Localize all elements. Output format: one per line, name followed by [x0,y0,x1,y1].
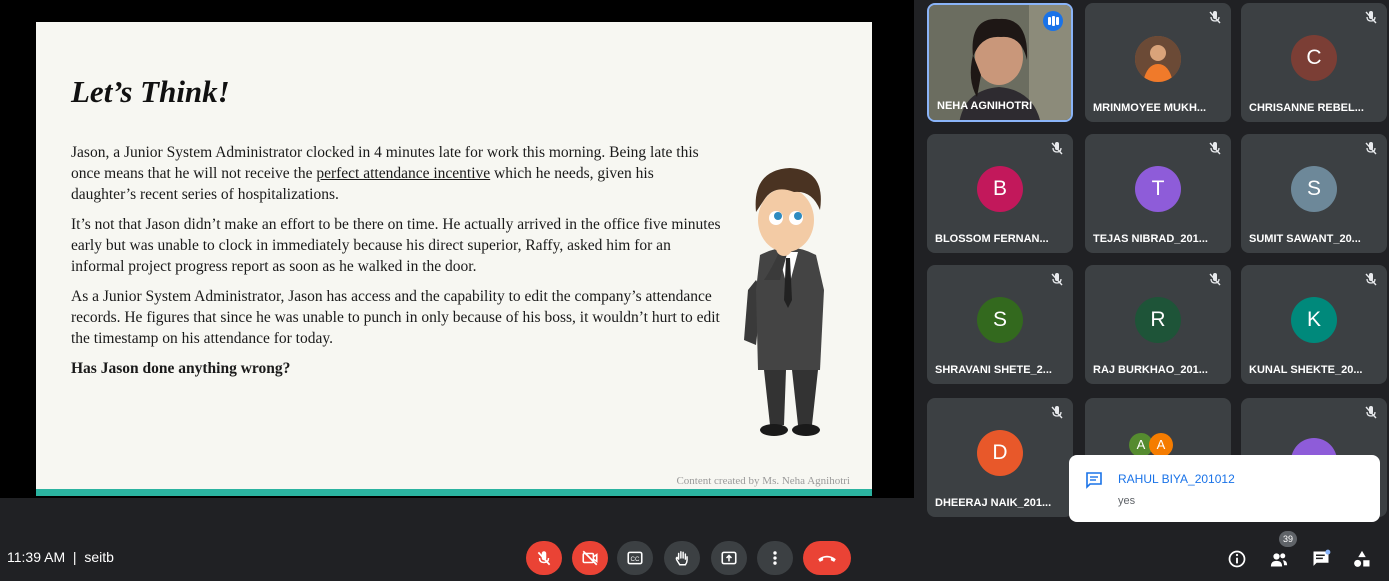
participant-tile[interactable]: S SHRAVANI SHETE_2... [927,265,1073,384]
participant-tile[interactable]: C CHRISANNE REBEL... [1241,3,1387,122]
chat-message: yes [1118,495,1136,507]
mic-off-icon [1365,273,1377,286]
participant-name: RAJ BURKHAO_201... [1093,364,1208,376]
more-vert-icon [773,551,777,565]
participant-name: TEJAS NIBRAD_201... [1093,233,1208,245]
participant-name: CHRISANNE REBEL... [1249,102,1364,114]
camera-toggle-button[interactable] [572,541,608,575]
participant-name: MRINMOYEE MUKH... [1093,102,1207,114]
thinking-man-illustration [744,168,824,436]
mic-off-icon [1209,273,1221,286]
participant-avatar: C [1291,34,1337,81]
participant-name: BLOSSOM FERNAN... [935,233,1049,245]
mic-off-icon [1209,11,1221,24]
participant-name: KUNAL SHEKTE_20... [1249,364,1363,376]
participant-avatar: S [977,296,1023,343]
chat-sender: RAHUL BIYA_201012 [1118,472,1235,486]
meeting-info: 11:39 AM | seitb [7,549,114,565]
group-avatar: A [1149,433,1173,457]
svg-text:CC: CC [631,556,640,563]
participant-tile-neha[interactable]: NEHA AGNIHOTRI [927,3,1073,122]
people-icon [1270,553,1288,567]
meeting-separator: | [72,549,77,565]
captions-button[interactable]: CC [617,541,653,575]
participant-name: DHEERAJ NAIK_201... [935,497,1052,509]
participant-avatar: B [977,165,1023,212]
raise-hand-button[interactable] [664,541,700,575]
participant-name: SUMIT SAWANT_20... [1249,233,1361,245]
slide-underlined-text: perfect attendance incentive [316,165,491,182]
slide-question: Has Jason done anything wrong? [71,360,291,377]
present-button[interactable] [711,541,747,575]
mic-off-icon [1209,142,1221,155]
participant-name: NEHA AGNIHOTRI [937,100,1033,112]
participant-tile[interactable]: B BLOSSOM FERNAN... [927,134,1073,253]
meeting-code: seitb [84,549,114,565]
participant-avatar: R [1135,296,1181,343]
mic-off-icon [1051,273,1063,286]
present-screen-icon [721,551,737,565]
slide-body: Jason, a Junior System Administrator clo… [71,142,721,388]
participant-tile[interactable]: R RAJ BURKHAO_201... [1085,265,1231,384]
hang-up-icon [818,555,836,562]
chat-button[interactable] [1308,546,1334,572]
participant-name: SHRAVANI SHETE_2... [935,364,1052,376]
mic-off-icon [1051,142,1063,155]
slide-paragraph-2: It’s not that Jason didn’t make an effor… [71,216,721,275]
participant-tile[interactable]: MRINMOYEE MUKH... [1085,3,1231,122]
slide-title: Let’s Think! [71,74,230,109]
camera-off-icon [582,550,598,566]
meeting-details-button[interactable] [1224,546,1250,572]
shared-slide: Let’s Think! Jason, a Junior System Admi… [36,22,872,496]
slide-paragraph-1: Jason, a Junior System Administrator clo… [71,142,721,205]
raise-hand-icon [675,551,688,566]
participant-tile[interactable]: T TEJAS NIBRAD_201... [1085,134,1231,253]
captions-icon: CC [627,551,643,565]
mic-off-icon [1365,11,1377,24]
info-icon [1228,550,1246,568]
leave-call-button[interactable] [803,541,851,575]
speaking-indicator-icon [1043,11,1063,31]
participant-avatar: K [1291,296,1337,343]
mic-toggle-button[interactable] [526,541,562,575]
participant-tile[interactable]: S SUMIT SAWANT_20... [1241,134,1387,253]
mic-off-icon [537,551,551,566]
meeting-time: 11:39 AM [7,549,66,565]
chat-icon [1313,549,1331,566]
chat-notification[interactable]: RAHUL BIYA_201012 yes [1069,455,1380,522]
activities-button[interactable] [1349,546,1375,572]
participant-avatar: S [1291,165,1337,212]
mic-off-icon [1365,142,1377,155]
slide-credit: Content created by Ms. Neha Agnihotri [676,475,850,487]
slide-accent-bar [36,489,872,496]
chat-icon [1086,472,1102,489]
mic-off-icon [1365,406,1377,419]
more-options-button[interactable] [757,541,793,575]
participant-avatar: D [977,429,1023,476]
participant-avatar: T [1135,165,1181,212]
participant-avatar-photo [1135,36,1181,82]
people-count-badge: 39 [1279,531,1297,547]
slide-paragraph-3: As a Junior System Administrator, Jason … [71,288,720,347]
people-button[interactable] [1266,546,1292,572]
activities-icon [1354,550,1370,567]
participant-tile[interactable]: K KUNAL SHEKTE_20... [1241,265,1387,384]
presentation-stage: Let’s Think! Jason, a Junior System Admi… [0,0,914,498]
participant-tile[interactable]: D DHEERAJ NAIK_201... [927,398,1073,517]
mic-off-icon [1051,406,1063,419]
